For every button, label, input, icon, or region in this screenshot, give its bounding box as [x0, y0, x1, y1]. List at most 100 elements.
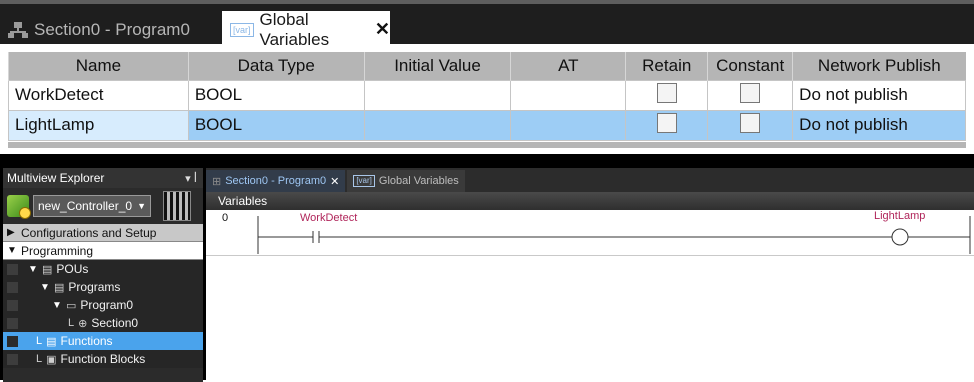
top-tab-bar: Section0 - Program0 [var] Global Variabl…	[0, 0, 974, 49]
tree-item-section0[interactable]: L ⊕ Section0	[3, 314, 203, 332]
collapse-arrow-icon[interactable]: ▼	[40, 282, 50, 293]
retain-checkbox[interactable]	[656, 112, 677, 133]
tab-section0-program0[interactable]: Section0 - Program0	[4, 11, 216, 48]
pou-icon: ▤	[42, 263, 53, 276]
network-icon: ⊞	[212, 175, 222, 188]
tab-label: Global Variables	[378, 175, 459, 187]
function-blocks-icon: ▣	[46, 353, 57, 366]
var-icon: [var]	[230, 22, 254, 37]
column-header-data-type[interactable]: Data Type	[187, 52, 365, 80]
rung-0[interactable]: 0 WorkDetect LightLamp	[206, 210, 974, 256]
cell-network-publish[interactable]: Do not publish	[792, 109, 966, 141]
close-icon[interactable]: ✕	[330, 175, 339, 188]
column-header-retain[interactable]: Retain	[625, 52, 708, 80]
expand-arrow-icon[interactable]: ▶	[7, 227, 17, 238]
ladder-editor: ⊞ Section0 - Program0 ✕ [var] Global Var…	[206, 168, 974, 382]
tree-item-label: Programs	[68, 280, 121, 294]
section-label: Programming	[21, 243, 94, 258]
var-icon: [var]	[353, 175, 375, 187]
tree-item-label: Section0	[91, 316, 139, 330]
tree-item-program0[interactable]: ▼ ▭ Program0	[3, 296, 203, 314]
column-header-at[interactable]: AT	[510, 52, 626, 80]
tree-item-label: Program0	[80, 298, 134, 312]
explorer-title-bar: Multiview Explorer ▾ ꟾ	[3, 168, 203, 188]
cell-network-publish[interactable]: Do not publish	[792, 79, 966, 111]
collapse-arrow-icon[interactable]: ▼	[28, 264, 38, 275]
programs-icon: ▤	[54, 281, 65, 294]
controller-icon	[7, 195, 31, 219]
column-header-network-publish[interactable]: Network Publish	[792, 52, 966, 80]
tree-checkbox	[7, 263, 18, 275]
cell-initial-value[interactable]	[363, 79, 512, 111]
column-header-constant[interactable]: Constant	[707, 52, 793, 80]
collapse-arrow-icon[interactable]: ▼	[7, 245, 17, 256]
tab-section0-program0[interactable]: ⊞ Section0 - Program0 ✕	[206, 170, 346, 192]
coil-symbol	[891, 228, 909, 246]
tree-checkbox	[7, 299, 18, 311]
variables-bar-label: Variables	[218, 194, 268, 208]
collapse-arrow-icon[interactable]: ▼	[52, 300, 62, 311]
functions-icon: ▤	[46, 335, 57, 348]
variables-bar[interactable]: Variables	[206, 192, 974, 210]
tab-section0-label: Section0 - Program0	[34, 19, 190, 39]
cell-data-type[interactable]: BOOL	[187, 79, 365, 111]
tree-line-icon: L	[36, 353, 43, 365]
pin-icon[interactable]: ▾ ꟾ	[185, 172, 197, 185]
controller-row: new_Controller_0 ▼	[3, 188, 203, 224]
cell-name[interactable]: LightLamp	[8, 109, 189, 141]
tree-item-label: POUs	[56, 262, 89, 276]
tree-item-pous[interactable]: ▼ ▤ POUs	[3, 260, 203, 278]
column-header-initial-value[interactable]: Initial Value	[363, 52, 511, 80]
ladder-canvas[interactable]: 0 WorkDetect LightLamp	[206, 210, 974, 382]
cell-constant	[707, 109, 794, 141]
tree-line-icon: L	[36, 335, 43, 347]
section-icon: ⊕	[78, 317, 88, 330]
variables-table: Name Data Type Initial Value AT Retain C…	[8, 52, 966, 141]
tab-global-variables[interactable]: [var] Global Variables	[347, 170, 465, 192]
cell-retain	[625, 109, 709, 141]
ide-window: Multiview Explorer ▾ ꟾ new_Controller_0 …	[0, 154, 974, 382]
table-row[interactable]: LightLamp BOOL Do not publish	[8, 109, 966, 141]
cell-constant	[707, 79, 794, 111]
close-icon[interactable]: ✕	[375, 19, 390, 40]
cell-initial-value[interactable]	[363, 109, 512, 141]
tree-checkbox	[7, 317, 18, 329]
cell-at[interactable]	[510, 79, 627, 111]
section-programming[interactable]: ▼ Programming	[3, 242, 203, 260]
editor-tab-bar: ⊞ Section0 - Program0 ✕ [var] Global Var…	[206, 168, 974, 192]
tab-global-variables-label: Global Variables	[259, 9, 330, 49]
table-header-row: Name Data Type Initial Value AT Retain C…	[8, 52, 966, 80]
tree-checkbox	[7, 281, 18, 293]
cell-data-type[interactable]: BOOL	[187, 109, 365, 141]
tree-item-label: Function Blocks	[60, 352, 146, 366]
controller-hardware-icon[interactable]	[163, 191, 191, 221]
constant-checkbox[interactable]	[740, 82, 761, 103]
tree-item-function-blocks[interactable]: L ▣ Function Blocks	[3, 350, 203, 368]
section-label: Configurations and Setup	[21, 225, 157, 240]
controller-select[interactable]: new_Controller_0 ▼	[33, 195, 151, 217]
tree-line-icon: L	[68, 317, 75, 329]
column-header-name[interactable]: Name	[8, 52, 189, 80]
rung-diagram	[257, 216, 971, 254]
multiview-explorer: Multiview Explorer ▾ ꟾ new_Controller_0 …	[3, 168, 203, 382]
controller-select-value: new_Controller_0	[38, 199, 133, 213]
retain-checkbox[interactable]	[656, 82, 677, 103]
tree-item-programs[interactable]: ▼ ▤ Programs	[3, 278, 203, 296]
cell-retain	[625, 79, 709, 111]
constant-checkbox[interactable]	[740, 112, 761, 133]
explorer-title: Multiview Explorer	[7, 171, 105, 185]
tree-item-functions[interactable]: L ▤ Functions	[3, 332, 203, 350]
global-variables-panel-zoomed: Section0 - Program0 [var] Global Variabl…	[0, 0, 974, 148]
tab-label: Section0 - Program0	[225, 175, 327, 187]
cell-at[interactable]	[510, 109, 627, 141]
table-row[interactable]: WorkDetect BOOL Do not publish	[8, 79, 966, 111]
tab-global-variables[interactable]: [var] Global Variables ✕	[222, 9, 390, 49]
tree-item-label: Functions	[60, 334, 113, 348]
cell-name[interactable]: WorkDetect	[8, 79, 189, 111]
table-footer-strip	[8, 142, 966, 148]
tree-checkbox	[7, 335, 18, 347]
section-configurations-and-setup[interactable]: ▶ Configurations and Setup	[3, 224, 203, 242]
program-icon: ▭	[66, 299, 77, 312]
chevron-down-icon: ▼	[137, 201, 146, 211]
tree-checkbox	[7, 353, 18, 365]
